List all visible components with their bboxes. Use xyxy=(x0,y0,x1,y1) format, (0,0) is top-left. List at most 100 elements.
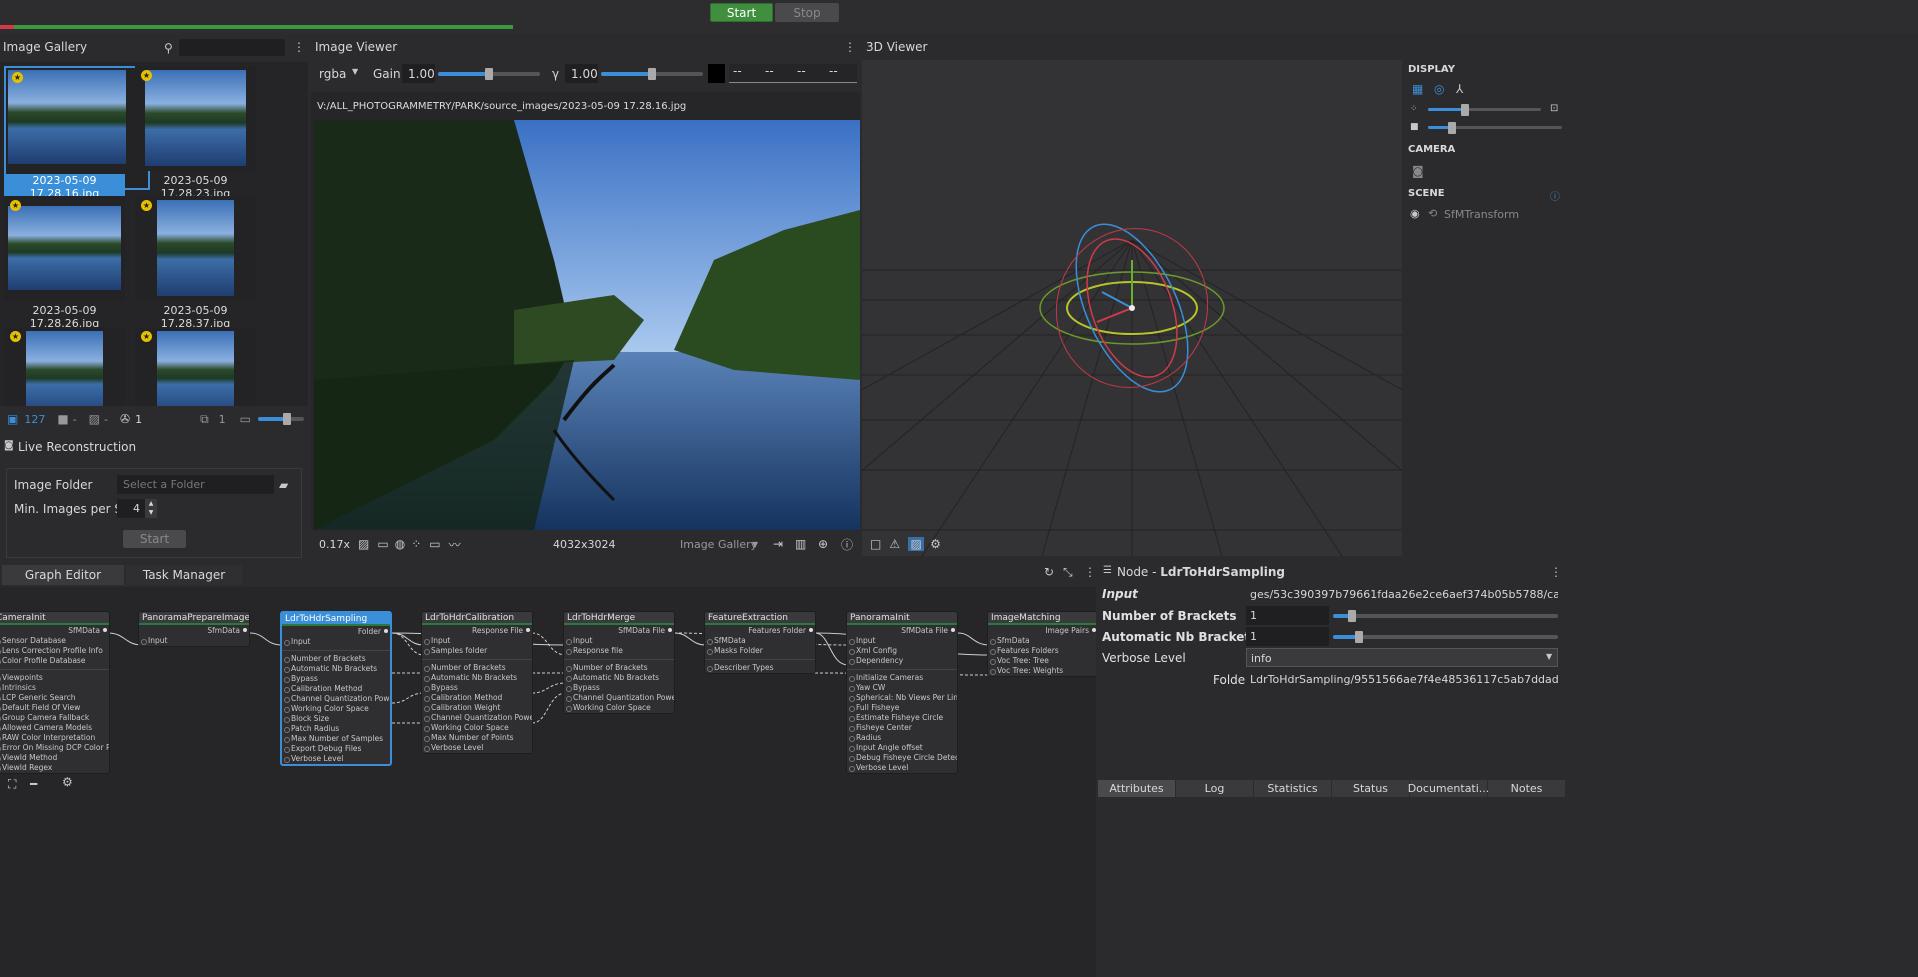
node-param[interactable]: Yaw CW xyxy=(847,683,957,693)
tab-status[interactable]: Status xyxy=(1332,780,1410,797)
viewer-canvas[interactable]: V:/ALL_PHOTOGRAMMETRY/PARK/source_images… xyxy=(311,92,860,530)
target-icon[interactable]: ◎ xyxy=(1434,82,1444,96)
node-input[interactable]: Color Profile Database xyxy=(0,656,109,666)
gallery-thumb[interactable]: ★ 2023-05-09 17.28.37.jpg xyxy=(135,196,256,330)
node-param[interactable]: Calibration Weight xyxy=(422,703,532,713)
info-icon[interactable]: ⓘ xyxy=(1550,188,1560,203)
node-param[interactable]: Block Size xyxy=(282,714,390,724)
gain-slider[interactable] xyxy=(438,68,540,80)
node-param[interactable]: Max Number of Samples xyxy=(282,734,390,744)
node-param[interactable]: Number of Brackets xyxy=(422,663,532,673)
node-input[interactable]: Input xyxy=(564,636,674,646)
node-param[interactable]: Automatic Nb Brackets xyxy=(422,673,532,683)
node-input[interactable]: Voc Tree: Weights xyxy=(988,666,1096,676)
group-icon[interactable]: ⧉ xyxy=(200,412,209,427)
stepper-arrows[interactable]: ▲ ▼ xyxy=(145,499,157,518)
tab-statistics[interactable]: Statistics xyxy=(1254,780,1332,797)
node-param[interactable]: Viewpoints xyxy=(0,673,109,683)
node-param[interactable]: Bypass xyxy=(282,674,390,684)
gallery-thumb[interactable]: ★ 2023-05-09 17.28.26.jpg xyxy=(4,196,125,330)
input-field[interactable]: ges/53c390397b79661fdaa26e2ce6aef374b05b… xyxy=(1246,585,1558,604)
node-param[interactable]: Channel Quantization Power xyxy=(422,713,532,723)
graph-node[interactable]: PanoramaInit SfMData File Input Xml Config D… xyxy=(846,611,958,774)
more-vert-icon[interactable]: ⋮ xyxy=(844,40,856,54)
graph-node[interactable]: LdrToHdrCalibration Response File Input Sam… xyxy=(421,611,533,754)
aperture-icon[interactable]: ✇ xyxy=(120,412,130,426)
gallery-thumb[interactable]: ★ xyxy=(4,327,125,406)
gamma-slider[interactable] xyxy=(601,68,703,80)
more-vert-icon[interactable]: ⋮ xyxy=(1550,565,1562,579)
node-param[interactable]: RAW Color Interpretation xyxy=(0,733,109,743)
node-input[interactable]: Voc Tree: Tree xyxy=(988,656,1096,666)
chevron-down-icon[interactable]: ▼ xyxy=(752,540,758,549)
histogram-icon[interactable]: ▥ xyxy=(795,537,806,551)
thumbnail-size-slider[interactable] xyxy=(257,413,304,425)
node-param[interactable]: Calibration Method xyxy=(422,693,532,703)
gamma-input[interactable]: 1.00 xyxy=(565,64,598,83)
node-param[interactable]: Automatic Nb Brackets xyxy=(564,673,674,683)
node-param[interactable]: Number of Brackets xyxy=(564,663,674,673)
node-param[interactable]: LCP Generic Search xyxy=(0,693,109,703)
node-input[interactable]: SfmData xyxy=(988,636,1096,646)
auto-brackets-slider[interactable] xyxy=(1333,631,1558,643)
graph-node[interactable]: CameraInit SfMData Sensor Database Lens Cor… xyxy=(0,611,110,774)
layout-icon[interactable]: ⤡ xyxy=(1063,565,1073,580)
gallery-thumb[interactable]: ★ xyxy=(135,327,256,406)
fit-icon[interactable]: ⊡ xyxy=(1550,103,1558,114)
min-images-stepper[interactable]: 4 xyxy=(117,499,145,518)
tab-log[interactable]: Log xyxy=(1176,780,1254,797)
frame-icon[interactable]: ▭ xyxy=(377,537,388,551)
node-param[interactable]: Error On Missing DCP Color Profile xyxy=(0,743,109,753)
node-output[interactable]: SfmData xyxy=(139,625,249,636)
node-input[interactable]: Dependency xyxy=(847,656,957,666)
node-output[interactable]: Image Pairs xyxy=(988,625,1096,636)
3d-canvas[interactable] xyxy=(862,60,1402,556)
node-param[interactable]: Initialize Cameras xyxy=(847,673,957,683)
more-vert-icon[interactable]: ⋮ xyxy=(1084,565,1096,579)
node-param[interactable]: Export Debug Files xyxy=(282,744,390,754)
node-input[interactable]: Sensor Database xyxy=(0,636,109,646)
square-icon[interactable]: □ xyxy=(870,537,881,551)
node-input[interactable]: Features Folders xyxy=(988,646,1096,656)
node-param[interactable]: Fisheye Center xyxy=(847,723,957,733)
node-output[interactable]: Response File xyxy=(422,625,532,636)
node-input[interactable]: Xml Config xyxy=(847,646,957,656)
fit-view-icon[interactable]: ⛶ xyxy=(8,777,16,792)
node-param[interactable]: Bypass xyxy=(564,683,674,693)
gear-icon[interactable]: ⚙ xyxy=(930,537,941,551)
warning-icon[interactable]: ⚠ xyxy=(889,537,900,551)
node-param[interactable]: Verbose Level xyxy=(282,754,390,764)
chevron-down-icon[interactable]: ▼ xyxy=(1546,652,1552,661)
node-output[interactable]: SfMData File xyxy=(847,625,957,636)
node-param[interactable]: Working Color Space xyxy=(422,723,532,733)
thumbnail-size-icon[interactable]: ▭ xyxy=(240,412,251,426)
node-param[interactable]: Full Fisheye xyxy=(847,703,957,713)
node-param[interactable]: ViewId Method xyxy=(0,753,109,763)
node-param[interactable]: Spherical: Nb Views Per Line xyxy=(847,693,957,703)
node-input[interactable]: Response file xyxy=(564,646,674,656)
chevron-down-icon[interactable]: ▼ xyxy=(352,67,358,76)
tab-notes[interactable]: Notes xyxy=(1488,780,1566,797)
minus-icon[interactable]: ━ xyxy=(30,777,37,791)
node-param[interactable]: Describer Types xyxy=(705,663,815,673)
auto-brackets-field[interactable]: 1 xyxy=(1246,627,1329,646)
globe-icon[interactable]: ⊕ xyxy=(818,537,828,551)
node-param[interactable]: Input Angle offset xyxy=(847,743,957,753)
tab-attributes[interactable]: Attributes xyxy=(1098,780,1176,797)
gallery-thumb[interactable]: ★ 2023-05-09 17.28.16.jpg xyxy=(4,66,150,200)
node-param[interactable]: Working Color Space xyxy=(564,703,674,713)
folder-icon[interactable]: ▰ xyxy=(279,478,288,492)
node-param[interactable]: Calibration Method xyxy=(282,684,390,694)
gallery-thumb[interactable]: ★ 2023-05-09 17.28.23.jpg xyxy=(135,66,256,200)
node-param[interactable]: Default Field Of View xyxy=(0,703,109,713)
node-input[interactable]: Masks Folder xyxy=(705,646,815,656)
graph-node[interactable]: FeatureExtraction Features Folder SfMData M… xyxy=(704,611,816,674)
graph-node[interactable]: LdrToHdrSampling Folder Input Number of Bra… xyxy=(280,611,392,766)
node-param[interactable]: Patch Radius xyxy=(282,724,390,734)
person-icon[interactable]: ⅄ xyxy=(1456,82,1463,96)
camera-icon[interactable]: ■ xyxy=(57,412,68,426)
node-param[interactable]: Estimate Fisheye Circle xyxy=(847,713,957,723)
node-output[interactable]: SfMData File xyxy=(564,625,674,636)
node-input[interactable]: Input xyxy=(282,637,390,647)
node-input[interactable]: Lens Correction Profile Info xyxy=(0,646,109,656)
